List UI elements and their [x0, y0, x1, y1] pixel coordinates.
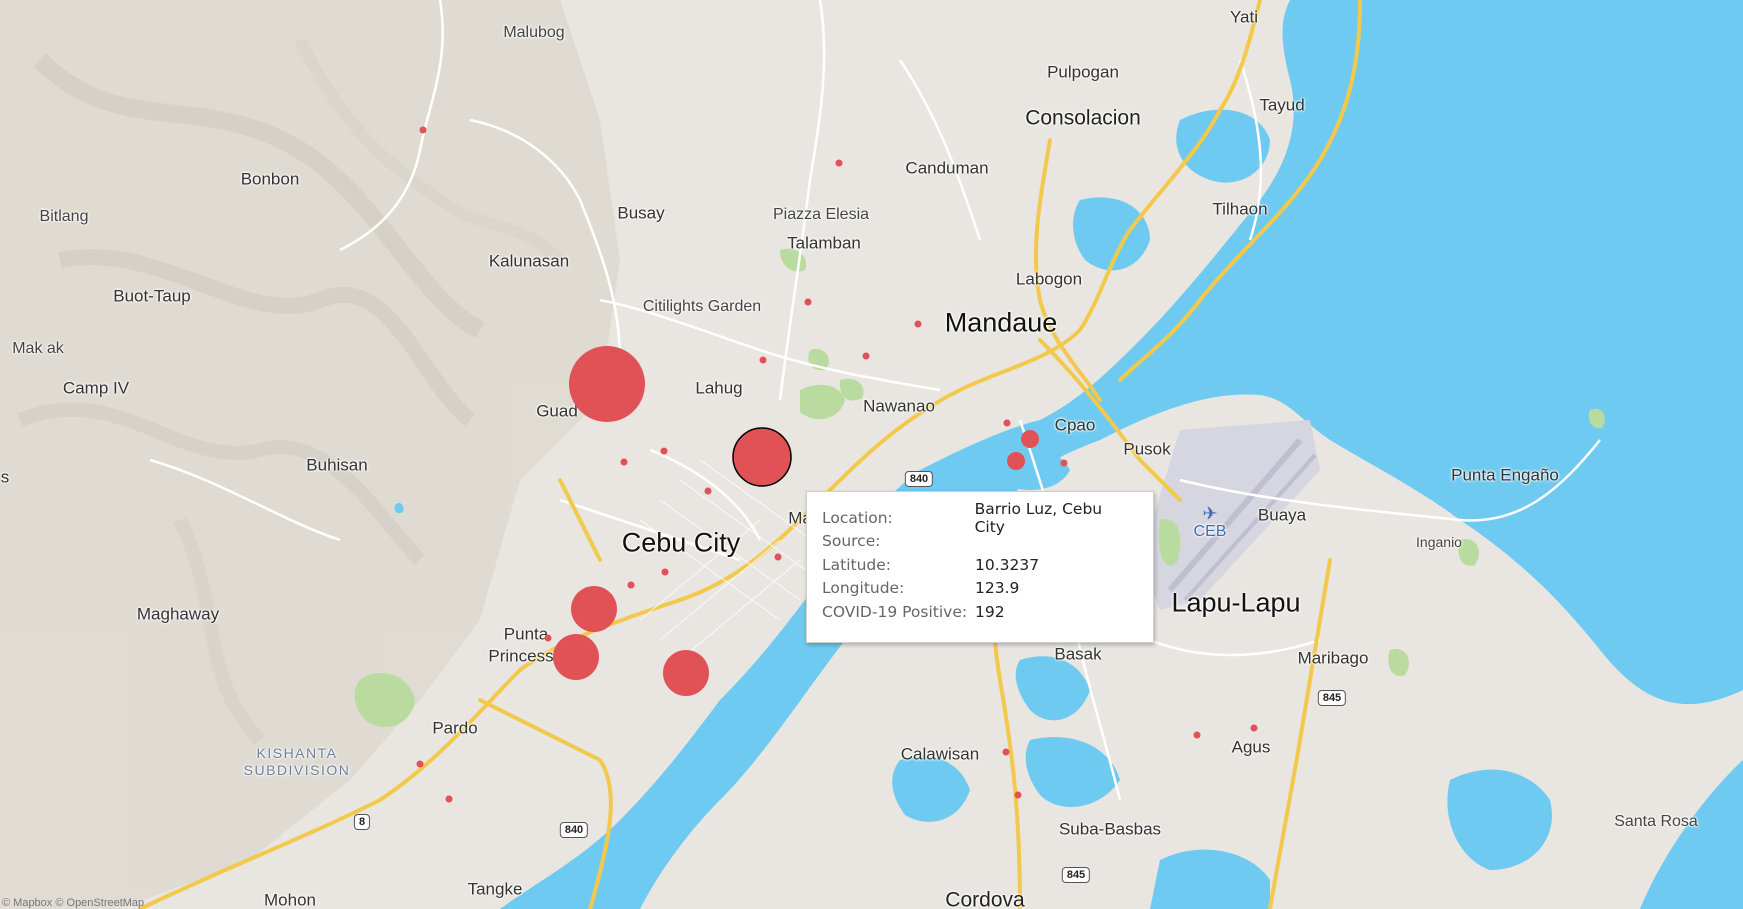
covid-marker[interactable] [661, 568, 669, 576]
tooltip-key: Latitude: [822, 555, 892, 574]
covid-marker[interactable] [663, 650, 709, 696]
covid-marker[interactable] [660, 447, 668, 455]
tooltip-value: 192 [975, 602, 1005, 621]
covid-marker[interactable] [862, 352, 870, 360]
covid-marker[interactable] [1014, 791, 1022, 799]
tooltip-key: Source: [822, 532, 881, 551]
tooltip-value: 10.3237 [975, 555, 1040, 574]
tooltip-value: 123.9 [975, 579, 1020, 598]
covid-marker[interactable] [571, 586, 617, 632]
covid-marker[interactable] [620, 458, 628, 466]
tooltip-key: Longitude: [822, 579, 905, 598]
covid-marker[interactable] [914, 320, 922, 328]
covid-marker[interactable] [1060, 459, 1068, 467]
covid-marker[interactable] [553, 634, 599, 680]
covid-marker[interactable] [1250, 724, 1258, 732]
covid-marker[interactable] [544, 634, 552, 642]
covid-marker[interactable] [445, 795, 453, 803]
covid-marker[interactable] [1193, 731, 1201, 739]
tooltip-row-location: Location: Barrio Luz, Cebu City [822, 500, 1137, 536]
covid-marker[interactable] [804, 298, 812, 306]
covid-marker[interactable] [759, 356, 767, 364]
covid-marker[interactable] [627, 581, 635, 589]
marker-tooltip: Location: Barrio Luz, Cebu City Source: … [806, 491, 1154, 643]
map-canvas[interactable]: Malubog Yati Pulpogan Consolacion Tayud Bonbo… [0, 0, 1743, 909]
tooltip-row-covid-positive: COVID-19 Positive: 192 [822, 600, 1137, 624]
marker-layer [416, 126, 1258, 803]
covid-marker[interactable] [416, 760, 424, 768]
covid-marker[interactable] [835, 159, 843, 167]
covid-marker[interactable] [704, 487, 712, 495]
covid-marker-selected[interactable] [732, 427, 792, 487]
tooltip-value: Barrio Luz, Cebu City [974, 499, 1103, 536]
covid-marker[interactable] [569, 346, 645, 422]
tooltip-key: COVID-19 Positive: [822, 602, 968, 621]
covid-marker[interactable] [1003, 419, 1011, 427]
covid-marker[interactable] [1021, 430, 1039, 448]
covid-marker[interactable] [1007, 452, 1025, 470]
covid-marker[interactable] [774, 553, 782, 561]
tooltip-row-latitude: Latitude: 10.3237 [822, 553, 1137, 577]
covid-marker[interactable] [1002, 748, 1010, 756]
tooltip-row-longitude: Longitude: 123.9 [822, 577, 1137, 601]
map-attribution[interactable]: © Mapbox © OpenStreetMap [2, 897, 144, 909]
tooltip-key: Location: [822, 508, 893, 527]
covid-marker[interactable] [419, 126, 427, 134]
